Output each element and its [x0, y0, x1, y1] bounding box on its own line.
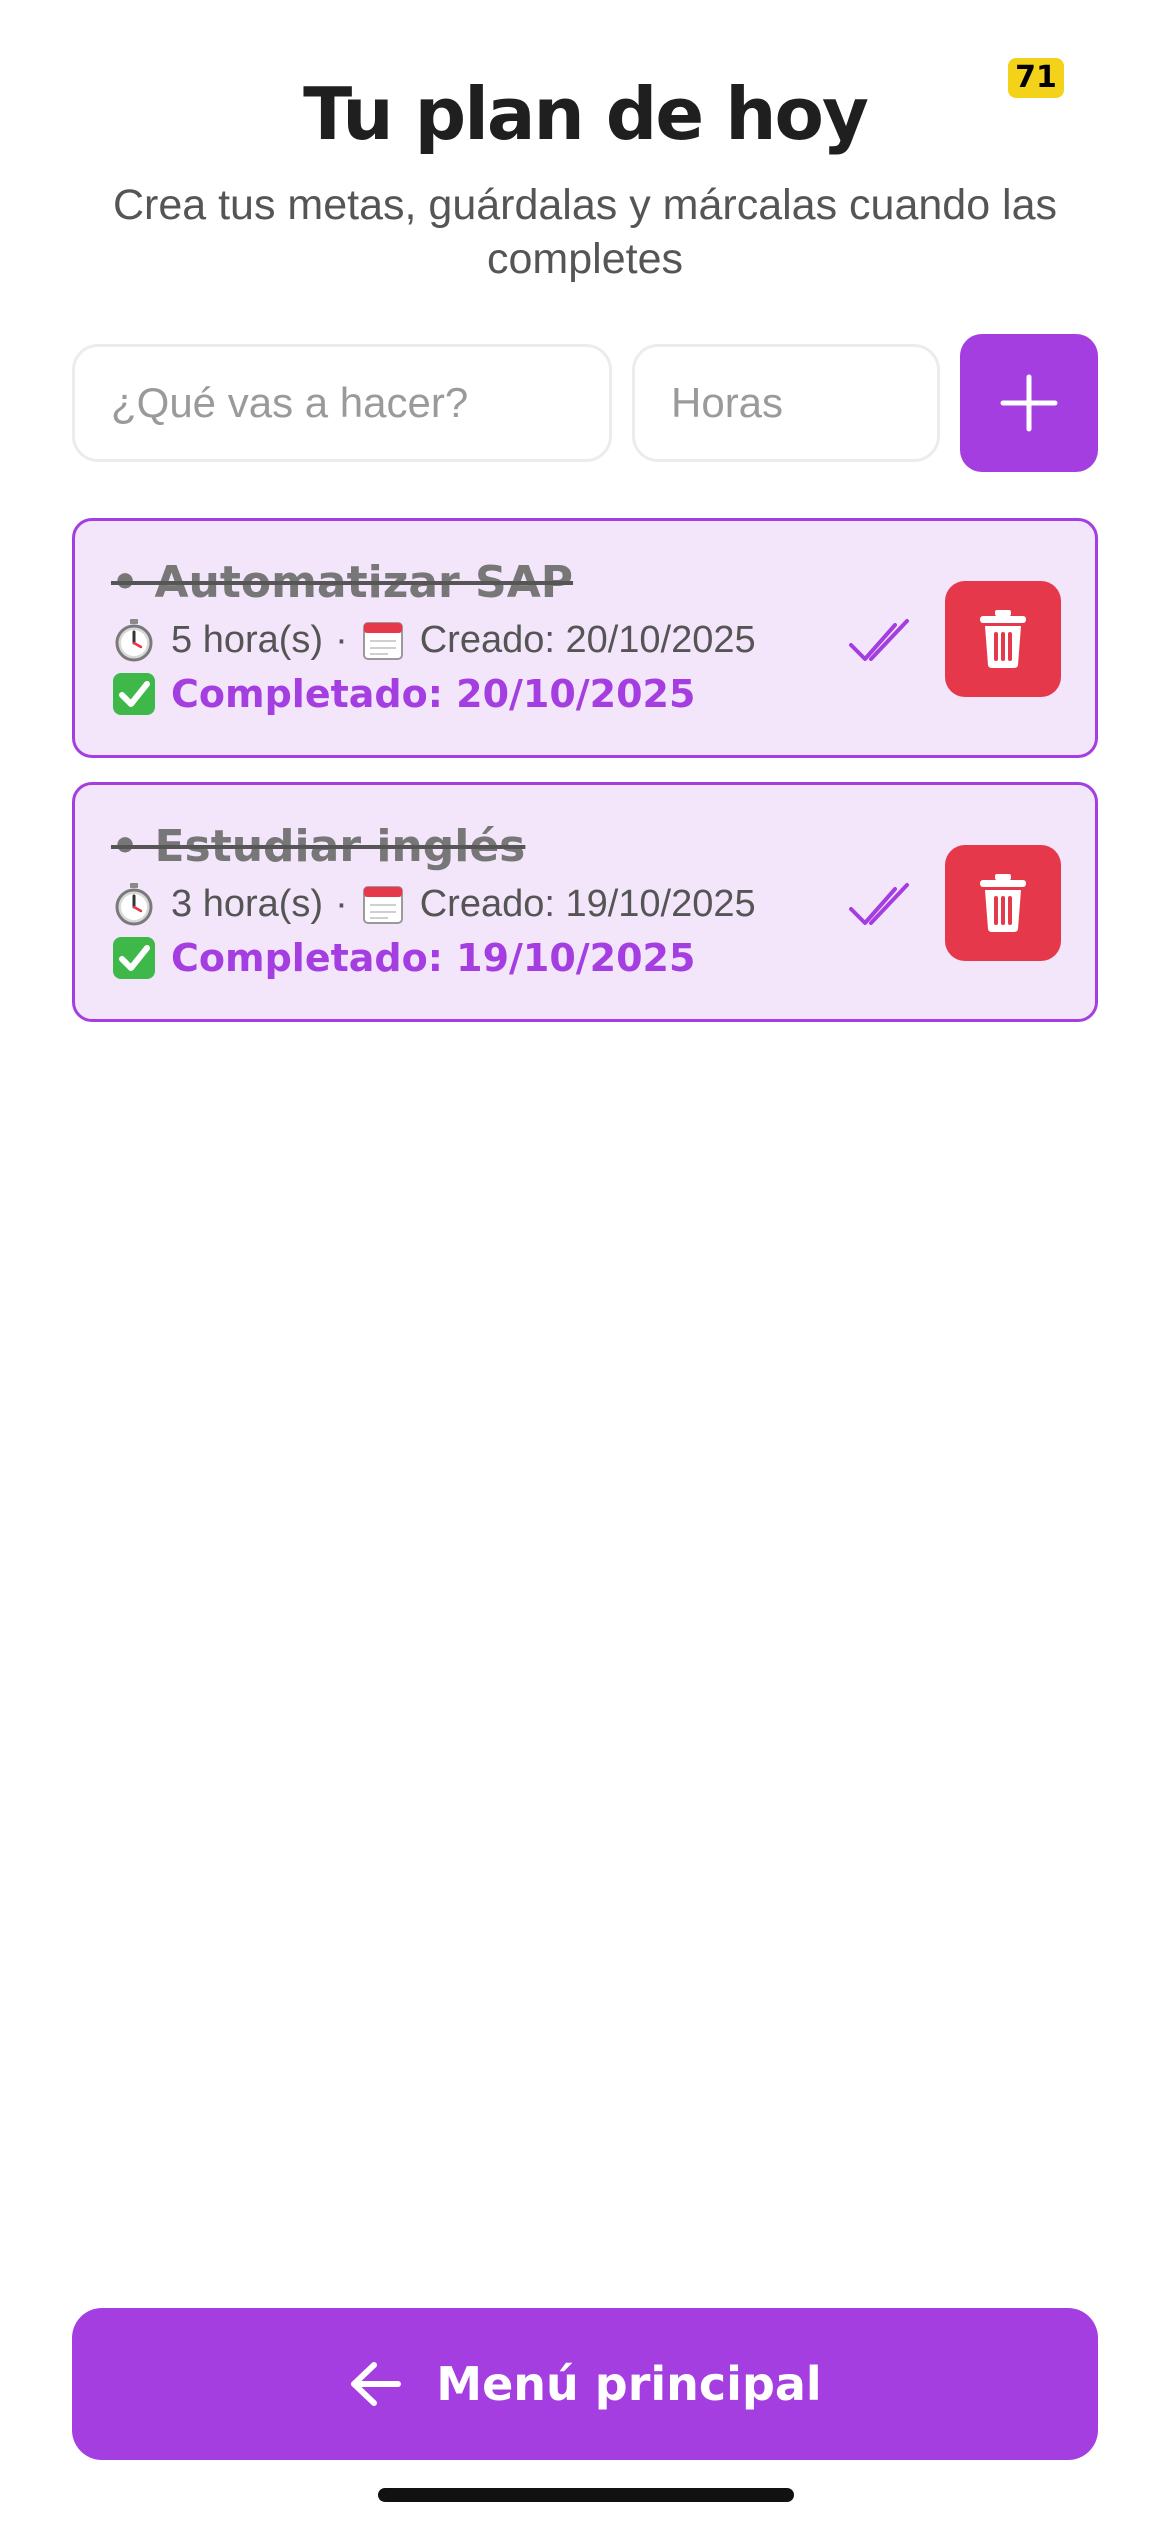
task-hours: 3 hora(s): [171, 882, 324, 925]
home-indicator: [378, 2488, 794, 2502]
arrow-left-icon: [351, 2362, 402, 2406]
page-title: Tu plan de hoy: [303, 72, 869, 156]
task-hours: 5 hora(s): [171, 618, 324, 661]
check-mark-icon: [113, 673, 155, 715]
main-menu-label: Menú principal: [436, 2357, 822, 2411]
stopwatch-icon: [115, 619, 153, 662]
task-completed-label: Completado: 19/10/2025: [171, 936, 696, 980]
task-meta: 3 hora(s) · Creado: 19/10/2025: [111, 881, 756, 927]
hours-input[interactable]: [632, 344, 940, 462]
task-completed-label: Completado: 20/10/2025: [171, 672, 696, 716]
add-task-button[interactable]: [960, 334, 1098, 472]
task-card: • Estudiar inglés 3 hora(s) · Creado: 19…: [72, 782, 1098, 1022]
page-subtitle: Crea tus metas, guárdalas y márcalas cua…: [112, 181, 1058, 283]
toggle-complete-button[interactable]: [845, 611, 925, 671]
double-check-icon: [849, 619, 909, 661]
task-title: • Automatizar SAP: [111, 557, 574, 608]
task-created: Creado: 19/10/2025: [419, 882, 756, 925]
task-completed: Completado: 20/10/2025: [111, 671, 695, 717]
trash-icon: [980, 874, 1026, 932]
task-created: Creado: 20/10/2025: [419, 618, 756, 661]
double-check-icon: [849, 883, 909, 925]
delete-task-button[interactable]: [945, 845, 1061, 961]
task-input[interactable]: [72, 344, 612, 462]
plus-icon: [1000, 374, 1058, 432]
delete-task-button[interactable]: [945, 581, 1061, 697]
meta-separator: ·: [335, 618, 348, 661]
calendar-icon: [362, 622, 403, 660]
task-meta: 5 hora(s) · Creado: 20/10/2025: [111, 617, 756, 663]
meta-separator: ·: [335, 882, 348, 925]
calendar-icon: [362, 886, 403, 924]
main-menu-button[interactable]: Menú principal: [72, 2308, 1098, 2460]
check-mark-icon: [113, 937, 155, 979]
toggle-complete-button[interactable]: [845, 875, 925, 935]
trash-icon: [980, 610, 1026, 668]
stopwatch-icon: [115, 883, 153, 926]
task-title: • Estudiar inglés: [111, 821, 526, 872]
task-completed: Completado: 19/10/2025: [111, 935, 695, 981]
task-card: • Automatizar SAP 5 hora(s) · Creado: 20…: [72, 518, 1098, 758]
